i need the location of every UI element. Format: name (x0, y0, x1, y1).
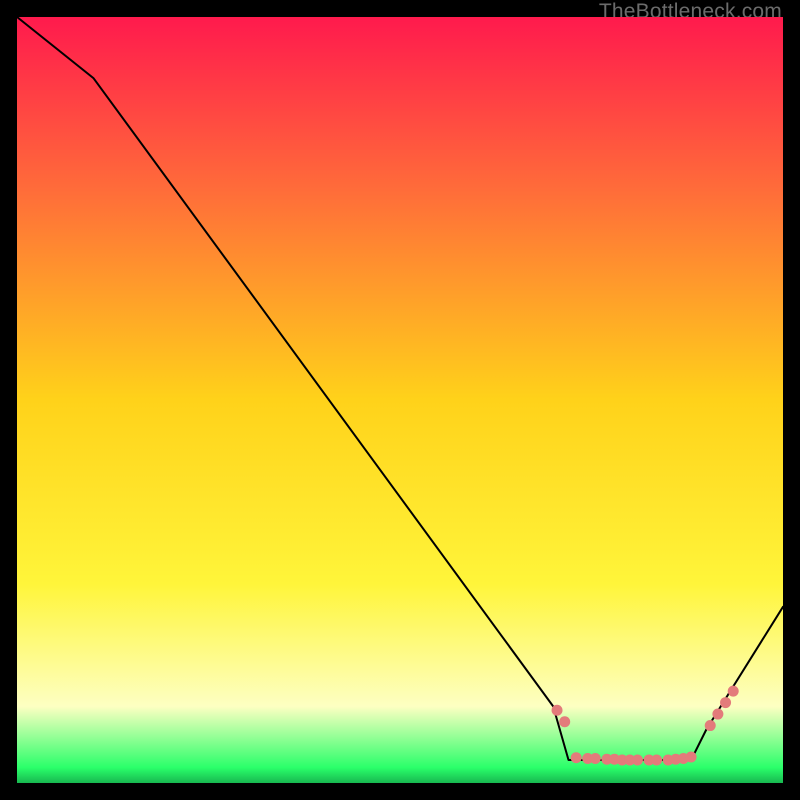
highlight-dot (728, 686, 739, 697)
highlight-dot (552, 705, 563, 716)
highlight-dot (590, 753, 601, 764)
highlight-dot (705, 720, 716, 731)
chart-stage: TheBottleneck.com (0, 0, 800, 800)
highlight-dot (651, 755, 662, 766)
highlight-dot (632, 755, 643, 766)
bottleneck-plot (17, 17, 783, 783)
highlight-dot (686, 751, 697, 762)
highlight-dot (571, 752, 582, 763)
highlight-dot (720, 697, 731, 708)
highlight-dot (559, 716, 570, 727)
highlight-dot (712, 709, 723, 720)
